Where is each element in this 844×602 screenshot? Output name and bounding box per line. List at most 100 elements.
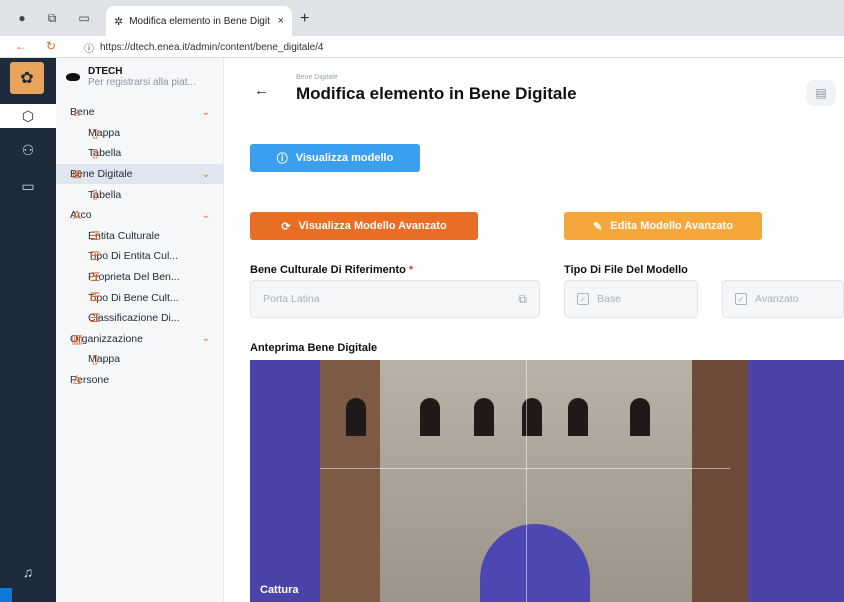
edita-modello-avanzato-button[interactable]: ✎ Edita Modello Avanzato	[564, 212, 762, 240]
tab-groups-icon[interactable]: ⧉	[44, 10, 60, 26]
bene-culturale-label: Bene Culturale Di Riferimento *	[250, 264, 413, 276]
icon-rail: ✿ ⬡ ⚇ ▭ ♫	[0, 58, 56, 602]
label-text: Bene Culturale Di Riferimento	[250, 264, 406, 276]
visualizza-modello-avanzato-button[interactable]: ⟳ Visualizza Modello Avanzato	[250, 212, 478, 240]
browser-tabbar: ● ⧉ ▭ ✲ Modifica elemento in Bene Digit …	[0, 0, 844, 36]
option-label: Base	[597, 293, 621, 305]
sidebar-item-bene-mappa[interactable]: ▯ Mappa	[56, 123, 224, 144]
building-icon: ⌂	[73, 105, 81, 119]
project-logo-icon	[66, 73, 80, 81]
edit-icon: ✎	[593, 220, 603, 233]
site-info-icon[interactable]: ⓘ	[84, 40, 94, 55]
preview-label: Anteprima Bene Digitale	[250, 342, 378, 354]
gate-window	[420, 398, 440, 436]
visualizza-modello-button[interactable]: ⓘ Visualizza modello	[250, 144, 420, 172]
sidebar-item-bene-digitale[interactable]: ⊞ Bene Digitale ⌄	[56, 163, 224, 185]
sidebar-item-bene-tabella[interactable]: ▯ Tabella	[56, 143, 224, 164]
bookmark-icon: ▯	[91, 125, 99, 140]
url-field[interactable]: ⓘ https://dtech.enea.it/admin/content/be…	[84, 38, 834, 56]
profile-avatar-icon[interactable]: ●	[14, 10, 30, 26]
notification-bell-icon[interactable]: ♫	[16, 560, 40, 584]
library-icon: ▥	[71, 331, 83, 346]
database-icon: ☰	[89, 228, 101, 243]
sidebar-nav: ⌂ Bene ⌄ ▯ Mappa ▯ Tabella ⊞ Bene Digita…	[56, 102, 224, 390]
button-label: Visualizza modello	[295, 152, 394, 164]
sidebar-item-persone[interactable]: ♙ Persone	[56, 370, 224, 391]
main-content: ← Bene Digitale Modifica elemento in Ben…	[224, 58, 844, 602]
info-icon: ⓘ	[276, 153, 288, 165]
grid-icon: ⊞	[71, 166, 83, 181]
chevron-down-icon[interactable]: ⌄	[202, 210, 210, 221]
project-header[interactable]: DTECH Per registrarsi alla piat...	[56, 58, 224, 96]
gate-window	[346, 398, 366, 436]
url-text: https://dtech.enea.it/admin/content/bene…	[100, 41, 324, 53]
bookmark-icon: ▯	[91, 146, 99, 161]
cube-icon[interactable]: ⬡	[0, 104, 56, 128]
sidebar-item-tipo-entita[interactable]: ☰ Tipo Di Entita Cul...	[56, 246, 224, 267]
bookmark-icon: ▯	[91, 187, 99, 202]
arch-icon: Λ	[72, 207, 81, 222]
button-label: Visualizza Modello Avanzato	[298, 220, 447, 232]
sidebar-item-bene[interactable]: ⌂ Bene ⌄	[56, 102, 224, 123]
sidebar-item-entita-culturale[interactable]: ☰ Entita Culturale	[56, 226, 224, 247]
database-icon: ☰	[89, 249, 101, 264]
required-mark: *	[408, 264, 414, 276]
sidebar: DTECH Per registrarsi alla piat... ⌂ Ben…	[56, 58, 224, 602]
bookmark-icon: ▯	[91, 352, 99, 367]
view-3d-icon: ⟳	[281, 220, 291, 233]
checkbox-icon: ✓	[577, 293, 589, 305]
crosshair-vertical	[526, 360, 527, 602]
delete-button[interactable]: ▤	[806, 80, 836, 106]
gate-window	[474, 398, 494, 436]
app-logo-icon[interactable]: ✿	[10, 62, 44, 94]
database-icon: ☰	[89, 269, 101, 284]
back-button[interactable]: ←	[254, 82, 269, 99]
sidebar-item-organizzazione-mappa[interactable]: ▯ Mappa	[56, 349, 224, 370]
gate-tower-right-render	[692, 360, 748, 602]
option-label: Avanzato	[755, 293, 799, 305]
breadcrumb[interactable]: Bene Digitale	[296, 74, 338, 81]
model-preview-viewport[interactable]: Cattura	[250, 360, 844, 602]
chevron-down-icon[interactable]: ⌄	[202, 107, 210, 118]
bene-culturale-value: Porta Latina	[263, 293, 320, 305]
project-subtitle: Per registrarsi alla piat...	[88, 77, 196, 88]
gate-tower-left-render	[320, 360, 380, 602]
gate-window	[522, 398, 542, 436]
new-tab-button[interactable]: +	[300, 10, 309, 28]
tab-title: Modifica elemento in Bene Digit	[129, 15, 270, 27]
capture-button[interactable]: Cattura	[260, 584, 299, 596]
sidebar-item-bene-digitale-tabella[interactable]: ▯ Tabella	[56, 184, 224, 205]
sidebar-item-proprieta[interactable]: ☰ Proprieta Del Ben...	[56, 267, 224, 288]
address-bar: ← ↻ ⓘ https://dtech.enea.it/admin/conten…	[0, 36, 844, 58]
users-icon[interactable]: ⚇	[16, 138, 40, 162]
browser-tab-active[interactable]: ✲ Modifica elemento in Bene Digit ×	[106, 6, 292, 36]
tab-actions-icon[interactable]: ▭	[76, 10, 92, 26]
option-avanzato[interactable]: ✓ Avanzato	[722, 280, 844, 318]
person-icon: ♙	[71, 372, 83, 387]
open-link-icon[interactable]: ⧉	[518, 292, 527, 307]
sidebar-item-classificazione[interactable]: ☰ Classificazione Di...	[56, 308, 224, 329]
sidebar-item-tipo-bene[interactable]: ☰ Tipo Di Bene Cult...	[56, 287, 224, 308]
tab-close-icon[interactable]: ×	[278, 15, 284, 27]
gate-window	[568, 398, 588, 436]
reload-icon[interactable]: ↻	[44, 39, 58, 53]
button-label: Edita Modello Avanzato	[610, 220, 733, 232]
rail-status-marker	[0, 588, 12, 602]
crosshair-horizontal	[320, 468, 730, 469]
trash-icon: ▤	[815, 86, 827, 100]
chevron-down-icon[interactable]: ⌄	[202, 333, 210, 344]
sidebar-item-arco[interactable]: Λ Arco ⌄	[56, 205, 224, 226]
option-base[interactable]: ✓ Base	[564, 280, 698, 318]
project-name: DTECH	[88, 66, 123, 77]
tipo-file-label: Tipo Di File Del Modello	[564, 264, 688, 276]
bene-culturale-field[interactable]: Porta Latina ⧉	[250, 280, 540, 318]
page-title: Modifica elemento in Bene Digitale	[296, 84, 577, 103]
database-icon: ☰	[89, 310, 101, 325]
back-arrow-icon[interactable]: ←	[14, 39, 28, 53]
folder-icon[interactable]: ▭	[16, 174, 40, 198]
database-icon: ☰	[89, 290, 101, 305]
sidebar-item-organizzazione[interactable]: ▥ Organizzazione ⌄	[56, 329, 224, 350]
gate-window	[630, 398, 650, 436]
site-favicon-icon: ✲	[114, 15, 124, 28]
chevron-down-icon[interactable]: ⌄	[202, 169, 210, 180]
